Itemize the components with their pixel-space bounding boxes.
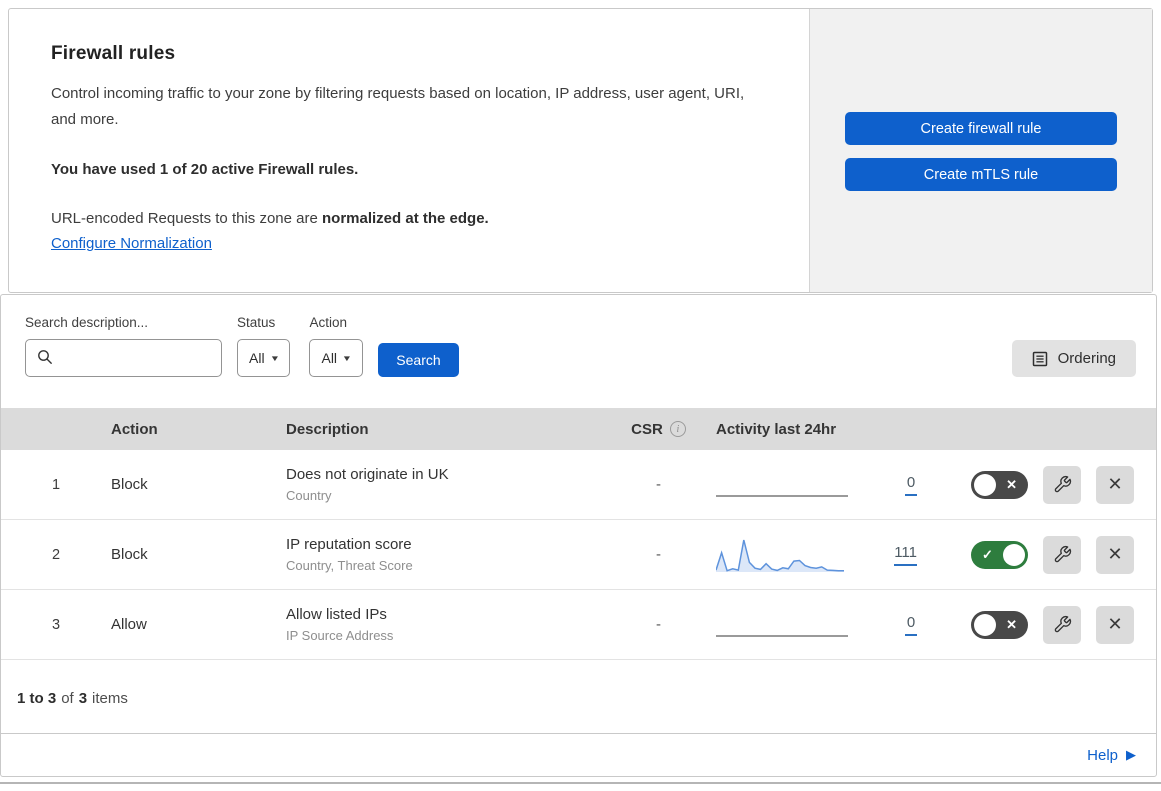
- help-bar: Help ▶: [1, 733, 1156, 776]
- rule-toggle[interactable]: ✓ ✕: [971, 540, 1028, 569]
- rule-toggle[interactable]: ✓ ✕: [971, 470, 1028, 499]
- action-dropdown[interactable]: All ▼: [309, 339, 363, 377]
- column-csr-label: CSR: [631, 420, 663, 438]
- rule-fields: Country: [286, 488, 332, 503]
- action-group: Action All ▼: [309, 315, 363, 377]
- pagination-summary: 1 to 3 of 3 items: [1, 660, 1156, 733]
- firewall-rules-page: Firewall rules Control incoming traffic …: [0, 8, 1161, 784]
- total-text: 3: [78, 690, 88, 707]
- activity-count-link[interactable]: 0: [905, 614, 917, 636]
- usage-summary: You have used 1 of 20 active Firewall ru…: [51, 161, 359, 178]
- csr-value: -: [656, 616, 661, 633]
- column-activity: Activity last 24hr: [716, 420, 837, 438]
- normalization-note: URL-encoded Requests to this zone are no…: [51, 210, 769, 227]
- search-input[interactable]: [25, 339, 222, 377]
- rule-description: Allow listed IPs: [286, 606, 387, 623]
- toggle-knob: [974, 613, 996, 636]
- create-mtls-rule-button[interactable]: Create mTLS rule: [845, 158, 1117, 191]
- delete-rule-button[interactable]: ✕: [1096, 535, 1134, 574]
- page-title: Firewall rules: [51, 43, 176, 64]
- items-text: items: [92, 690, 128, 707]
- cross-icon: ✕: [1006, 616, 1017, 632]
- of-text: of: [61, 690, 74, 707]
- close-icon: ✕: [1107, 544, 1123, 564]
- table-header: Action Description CSR i Activity last 2…: [1, 408, 1156, 450]
- chevron-down-icon: ▼: [341, 353, 353, 363]
- search-icon: [37, 349, 53, 365]
- column-csr: CSR i: [601, 421, 716, 438]
- page-description: Control incoming traffic to your zone by…: [51, 85, 745, 128]
- ordering-button-label: Ordering: [1057, 350, 1116, 367]
- activity-count-link[interactable]: 111: [894, 544, 917, 566]
- wrench-icon: [1053, 545, 1072, 564]
- wrench-icon: [1053, 615, 1072, 634]
- action-label: Action: [309, 315, 348, 330]
- range-text: 1 to 3: [17, 690, 57, 707]
- header-text-block: Firewall rules Control incoming traffic …: [9, 9, 809, 292]
- column-description: Description: [286, 420, 369, 438]
- cross-icon: ✕: [1006, 476, 1017, 492]
- edit-rule-button[interactable]: [1043, 465, 1081, 504]
- rule-toggle[interactable]: ✓ ✕: [971, 610, 1028, 639]
- normalization-bold: normalized at the edge.: [322, 210, 489, 227]
- delete-rule-button[interactable]: ✕: [1096, 605, 1134, 644]
- header-card: Firewall rules Control incoming traffic …: [8, 8, 1153, 293]
- search-label: Search description...: [25, 315, 149, 330]
- rule-description: IP reputation score: [286, 536, 412, 553]
- delete-rule-button[interactable]: ✕: [1096, 465, 1134, 504]
- rule-fields: Country, Threat Score: [286, 558, 413, 573]
- list-document-icon: [1032, 351, 1048, 367]
- edit-rule-button[interactable]: [1043, 605, 1081, 644]
- rules-list-card: Search description... Status All ▼ Actio: [0, 294, 1157, 777]
- rule-priority: 2: [51, 546, 61, 563]
- check-icon: ✓: [982, 546, 993, 562]
- csr-value: -: [656, 476, 661, 493]
- activity-count-link[interactable]: 0: [905, 474, 917, 496]
- ordering-button[interactable]: Ordering: [1011, 340, 1136, 377]
- actions-panel: Create firewall rule Create mTLS rule: [809, 9, 1152, 292]
- csr-value: -: [656, 546, 661, 563]
- normalization-prefix: URL-encoded Requests to this zone are: [51, 210, 322, 227]
- search-group: Search description...: [25, 315, 222, 377]
- activity-sparkline: [716, 535, 848, 575]
- search-button[interactable]: Search: [377, 343, 459, 377]
- activity-sparkline: [716, 613, 848, 637]
- status-dropdown-value: All: [249, 350, 265, 366]
- edit-rule-button[interactable]: [1043, 535, 1081, 574]
- wrench-icon: [1053, 475, 1072, 494]
- status-dropdown[interactable]: All ▼: [237, 339, 291, 377]
- info-icon[interactable]: i: [669, 421, 686, 437]
- configure-normalization-link[interactable]: Configure Normalization: [51, 235, 212, 252]
- create-firewall-rule-button[interactable]: Create firewall rule: [845, 112, 1117, 145]
- rule-action: Block: [111, 546, 148, 563]
- status-group: Status All ▼: [237, 315, 291, 377]
- rule-action: Allow: [111, 616, 147, 633]
- table-row: 2 Block IP reputation score Country, Thr…: [1, 520, 1156, 590]
- page-bottom-edge: [0, 782, 1161, 784]
- table-row: 3 Allow Allow listed IPs IP Source Addre…: [1, 590, 1156, 660]
- rule-fields: IP Source Address: [286, 628, 394, 643]
- activity-sparkline: [716, 473, 848, 497]
- filter-bar: Search description... Status All ▼ Actio: [1, 295, 1156, 408]
- rule-priority: 1: [51, 476, 61, 493]
- action-dropdown-value: All: [321, 350, 338, 366]
- column-action: Action: [111, 420, 158, 438]
- help-link[interactable]: Help ▶: [1087, 747, 1136, 764]
- toggle-knob: [1003, 543, 1025, 566]
- close-icon: ✕: [1107, 474, 1123, 494]
- toggle-knob: [974, 473, 996, 496]
- status-label: Status: [237, 315, 276, 330]
- close-icon: ✕: [1107, 614, 1123, 634]
- rule-description: Does not originate in UK: [286, 466, 449, 483]
- rule-priority: 3: [51, 616, 61, 633]
- table-row: 1 Block Does not originate in UK Country…: [1, 450, 1156, 520]
- help-link-label: Help: [1087, 746, 1118, 764]
- chevron-down-icon: ▼: [269, 353, 280, 363]
- rule-action: Block: [111, 476, 148, 493]
- play-arrow-icon: ▶: [1126, 747, 1136, 762]
